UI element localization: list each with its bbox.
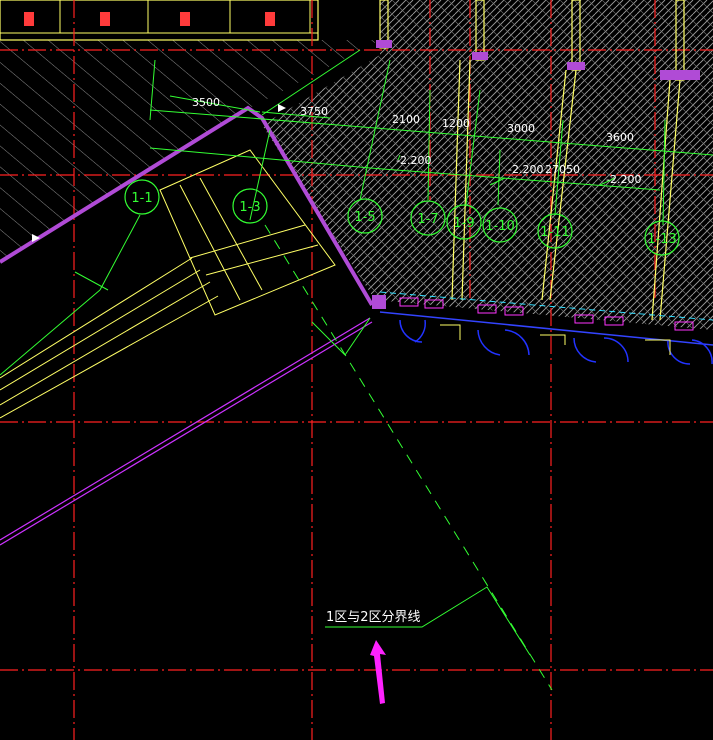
top-rooms (0, 0, 319, 41)
doors (399, 319, 713, 365)
axis-label-7: 1-11 (540, 225, 570, 240)
dim-text-3: 2100 (392, 113, 420, 126)
dim-text-4: 1200 (442, 117, 470, 130)
axis-label-2: 1-3 (239, 200, 260, 215)
axis-label-1: 1-1 (131, 191, 152, 206)
level-text-3: 27050 (545, 163, 580, 176)
cad-drawing: 1-1 1-3 1-5 1-7 1-9 1-10 1-11 1-13 3500 … (0, 0, 713, 740)
level-text-2: -2.200 (508, 163, 543, 176)
level-text-1: -2.200 (396, 154, 431, 167)
axis-label-8: 1-13 (647, 232, 677, 247)
dim-text-1: 3500 (192, 96, 220, 109)
level-text-4: -2.200 (606, 173, 641, 186)
arrow-pointer-icon (370, 640, 386, 704)
dim-text-5: 3000 (507, 122, 535, 135)
axis-label-4: 1-7 (417, 212, 438, 227)
axis-label-5: 1-9 (453, 216, 474, 231)
dim-text-2: 3750 (300, 105, 328, 118)
axis-label-6: 1-10 (485, 219, 515, 234)
cad-viewport[interactable]: 1-1 1-3 1-5 1-7 1-9 1-10 1-11 1-13 3500 … (0, 0, 713, 740)
axis-label-3: 1-5 (354, 210, 375, 225)
dim-text-6: 3600 (606, 131, 634, 144)
zone-boundary-note: 1区与2区分界线 (326, 610, 421, 625)
